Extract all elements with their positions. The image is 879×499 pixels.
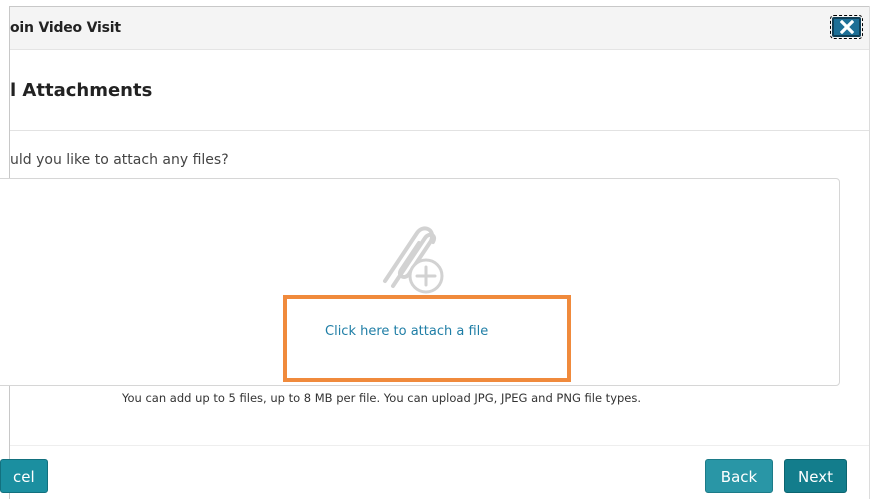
attach-question: uld you like to attach any files? (10, 152, 229, 168)
dialog-title: oin Video Visit (10, 20, 121, 36)
heading-divider (10, 130, 869, 131)
upload-limits-note: You can add up to 5 files, up to 8 MB pe… (122, 391, 642, 405)
dialog-title-bar: oin Video Visit (10, 6, 869, 50)
video-visit-dialog: oin Video Visit l Attachments uld you li… (0, 0, 879, 499)
footer-divider (10, 445, 869, 446)
step-heading: l Attachments (10, 80, 153, 101)
back-button[interactable]: Back (705, 459, 773, 493)
next-button[interactable]: Next (784, 459, 847, 493)
cancel-button[interactable]: cel (0, 459, 48, 493)
dialog-right-edge (869, 6, 870, 499)
paperclip-plus-icon (383, 226, 444, 294)
attach-link-highlight (283, 295, 571, 382)
close-button[interactable] (830, 15, 863, 39)
close-icon (840, 20, 854, 34)
